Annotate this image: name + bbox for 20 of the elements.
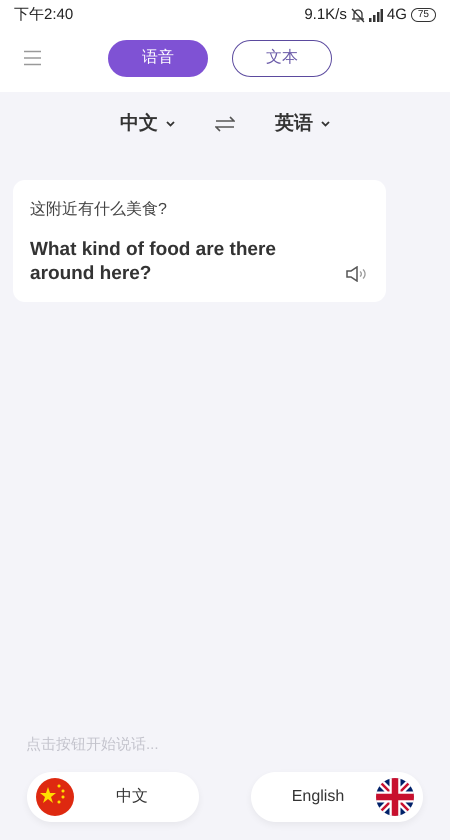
network-speed: 9.1K/s [304, 4, 347, 25]
flag-icon [376, 778, 414, 816]
speak-language-button[interactable]: 中文 [27, 772, 199, 822]
network-type: 4G [386, 4, 407, 25]
mode-tab[interactable]: 语音 [108, 40, 208, 76]
status-time: 下午2:40 [14, 4, 74, 25]
translation-text: What kind of food are there around here? [30, 238, 277, 286]
target-language-selector[interactable]: 英语 [275, 110, 313, 138]
signal-icon [368, 8, 383, 22]
bell-muted-icon [350, 8, 365, 22]
battery-indicator: 75 [410, 8, 436, 22]
menu-icon[interactable] [24, 50, 41, 66]
source-language-selector[interactable]: 中文 [120, 110, 158, 138]
swap-icon[interactable] [215, 116, 235, 132]
speak-language-button[interactable]: English [251, 772, 423, 822]
chevron-down-icon[interactable] [166, 121, 175, 127]
chevron-down-icon[interactable] [321, 121, 330, 127]
source-text: 这附近有什么美食? [30, 200, 168, 220]
mode-tab[interactable]: 文本 [232, 40, 332, 76]
flag-icon [36, 778, 74, 816]
